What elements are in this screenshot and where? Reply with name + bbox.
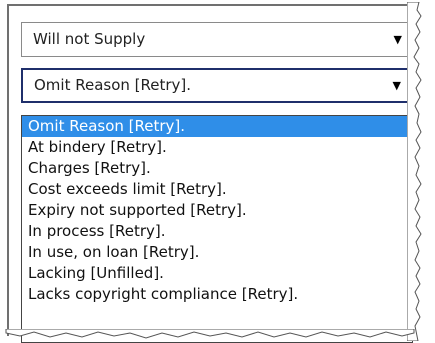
supply-status-select[interactable]: Will not Supply ▼ [21, 22, 413, 57]
option-expiry-not-supported[interactable]: Expiry not supported [Retry]. [22, 200, 412, 221]
option-lacking[interactable]: Lacking [Unfilled]. [22, 263, 412, 284]
torn-edge [407, 2, 422, 341]
option-cost-exceeds-limit[interactable]: Cost exceeds limit [Retry]. [22, 179, 412, 200]
dropdown-arrow-icon[interactable]: ▼ [394, 23, 402, 56]
reason-select[interactable]: Omit Reason [Retry]. ▼ [21, 68, 413, 103]
reason-options-list: Omit Reason [Retry]. At bindery [Retry].… [21, 115, 413, 343]
option-in-process[interactable]: In process [Retry]. [22, 221, 412, 242]
option-charges[interactable]: Charges [Retry]. [22, 158, 412, 179]
supply-status-value: Will not Supply [33, 30, 146, 48]
torn-bottom-edge [5, 329, 415, 339]
reason-select-value: Omit Reason [Retry]. [34, 76, 192, 94]
screenshot-frame: Will not Supply ▼ Omit Reason [Retry]. ▼… [7, 4, 417, 343]
option-in-use-on-loan[interactable]: In use, on loan [Retry]. [22, 242, 412, 263]
dropdown-arrow-icon[interactable]: ▼ [393, 70, 401, 101]
option-omit-reason[interactable]: Omit Reason [Retry]. [22, 116, 412, 137]
option-at-bindery[interactable]: At bindery [Retry]. [22, 137, 412, 158]
option-lacks-copyright-compliance[interactable]: Lacks copyright compliance [Retry]. [22, 284, 412, 305]
